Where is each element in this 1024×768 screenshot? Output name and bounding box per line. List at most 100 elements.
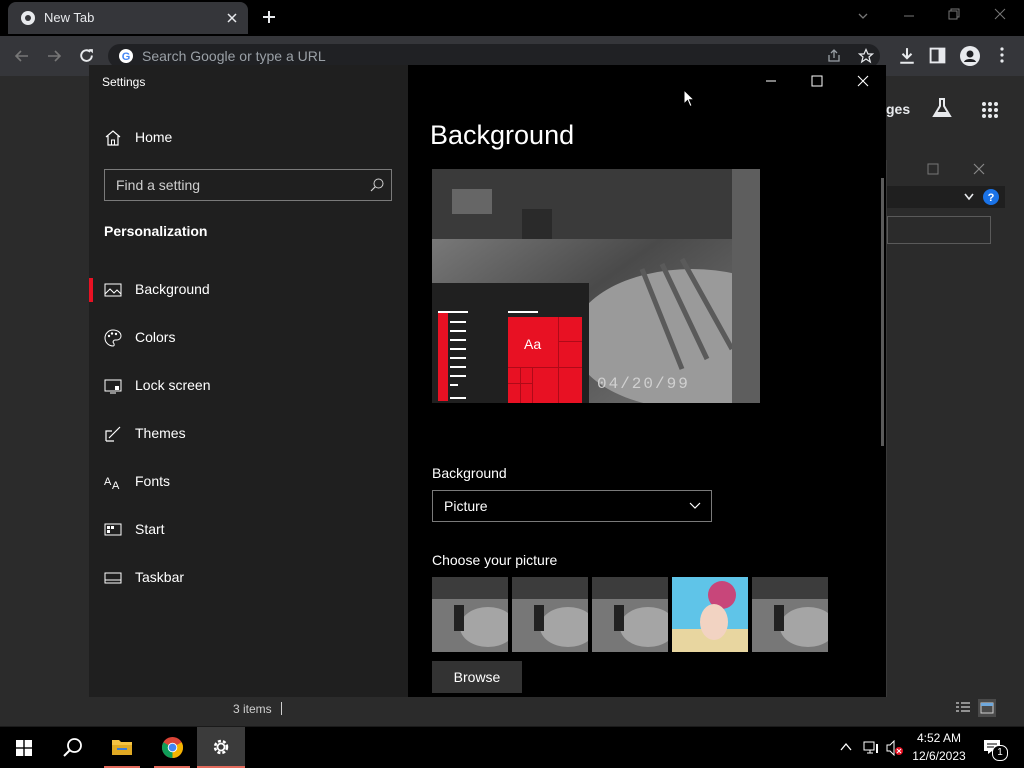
- side-panel-icon[interactable]: [929, 47, 946, 64]
- sidebar-item-start[interactable]: Start: [89, 510, 408, 550]
- download-icon[interactable]: [898, 47, 916, 65]
- chevron-up-icon[interactable]: [840, 742, 852, 752]
- minimize-icon[interactable]: [903, 10, 915, 22]
- nav-label: Colors: [135, 329, 176, 345]
- home-label: Home: [135, 129, 173, 145]
- settings-taskbar-button[interactable]: [197, 727, 245, 768]
- svg-text:A: A: [112, 480, 120, 491]
- google-icon: G: [119, 49, 133, 63]
- active-indicator: [89, 278, 93, 302]
- settings-maximize-icon[interactable]: [811, 75, 823, 87]
- brush-icon: [105, 426, 121, 442]
- windows-logo-icon: [16, 740, 32, 756]
- clock-time[interactable]: 4:52 AM: [909, 731, 969, 745]
- new-tab-icon[interactable]: [261, 9, 277, 25]
- sidebar-item-background[interactable]: Background: [89, 270, 408, 310]
- sidebar-item-themes[interactable]: Themes: [89, 414, 408, 454]
- taskbar-icon: [104, 572, 122, 584]
- browse-label: Browse: [453, 669, 501, 685]
- more-options-icon[interactable]: [1000, 47, 1004, 63]
- scrollbar-thumb[interactable]: [881, 178, 884, 446]
- settings-minimize-icon[interactable]: [765, 75, 777, 87]
- picture-thumbnail[interactable]: [672, 577, 748, 652]
- background-type-value: Picture: [444, 498, 488, 514]
- tab-search-chevron-icon[interactable]: [857, 10, 869, 22]
- volume-muted-icon[interactable]: [886, 740, 904, 756]
- picture-thumbnail[interactable]: [432, 577, 508, 652]
- chevron-down-icon: [689, 502, 701, 509]
- explorer-search-box[interactable]: [887, 216, 991, 244]
- chrome-icon: [21, 11, 35, 25]
- preview-start-mockup: Aa: [432, 283, 589, 403]
- file-explorer-taskbar-button[interactable]: [98, 727, 146, 768]
- nav-label: Lock screen: [135, 377, 211, 393]
- settings-close-icon[interactable]: [857, 75, 869, 87]
- close-window-icon[interactable]: [994, 8, 1006, 20]
- item-count: 3 items: [233, 702, 272, 716]
- preview-timestamp: 04/20/99: [597, 375, 690, 393]
- home-nav-item[interactable]: Home: [89, 118, 408, 158]
- notification-badge: 1: [992, 745, 1008, 761]
- browse-button[interactable]: Browse: [432, 661, 522, 693]
- background-type-dropdown[interactable]: Picture: [432, 490, 712, 522]
- explorer-status-bar: 3 items: [218, 697, 1003, 721]
- explorer-chevron-down-icon[interactable]: [963, 192, 975, 202]
- find-setting-placeholder: Find a setting: [116, 177, 201, 193]
- search-icon: [63, 738, 82, 757]
- taskbar-search-button[interactable]: [48, 727, 96, 768]
- find-setting-input[interactable]: Find a setting: [104, 169, 392, 201]
- reload-icon[interactable]: [78, 47, 95, 64]
- sidebar-item-colors[interactable]: Colors: [89, 318, 408, 358]
- bookmark-star-icon[interactable]: [858, 48, 874, 64]
- explorer-window-fragment: ?: [886, 160, 1005, 700]
- chrome-icon: [161, 736, 184, 759]
- browser-tab-strip: New Tab: [0, 0, 1024, 36]
- nav-label: Taskbar: [135, 569, 185, 585]
- background-preview: 04/20/99 Aa: [432, 169, 760, 403]
- address-bar-placeholder: Search Google or type a URL: [142, 48, 326, 64]
- gear-icon: [213, 739, 229, 755]
- window-title: Settings: [102, 75, 146, 89]
- forward-icon[interactable]: [46, 48, 62, 64]
- search-icon[interactable]: [370, 178, 384, 192]
- section-title: Personalization: [104, 223, 208, 239]
- sidebar-item-fonts[interactable]: AA Fonts: [89, 462, 408, 502]
- clock-date[interactable]: 12/6/2023: [909, 749, 969, 763]
- network-icon[interactable]: [863, 740, 879, 755]
- sidebar-item-taskbar[interactable]: Taskbar: [89, 558, 408, 598]
- help-icon[interactable]: ?: [983, 189, 999, 205]
- profile-avatar-icon[interactable]: [960, 46, 980, 66]
- status-divider: [281, 702, 282, 715]
- close-tab-icon[interactable]: [226, 12, 238, 24]
- nav-label: Fonts: [135, 473, 171, 489]
- labs-flask-icon[interactable]: [931, 97, 953, 119]
- images-link-partial[interactable]: ges: [886, 101, 910, 117]
- tab-title: New Tab: [44, 10, 95, 25]
- sidebar-item-lock-screen[interactable]: Lock screen: [89, 366, 408, 406]
- background-label: Background: [432, 465, 507, 481]
- explorer-maximize-icon[interactable]: [927, 163, 939, 175]
- palette-icon: [104, 329, 122, 347]
- apps-grid-icon[interactable]: [981, 101, 999, 119]
- preview-sample-text: Aa: [524, 336, 542, 352]
- windows-taskbar: 4:52 AM 12/6/2023 1: [0, 727, 1024, 768]
- start-button[interactable]: [0, 727, 48, 768]
- nav-label: Start: [135, 521, 165, 537]
- svg-text:A: A: [104, 476, 112, 488]
- browser-tab[interactable]: New Tab: [8, 2, 248, 34]
- picture-thumbnail[interactable]: [592, 577, 668, 652]
- svg-text:G: G: [122, 51, 131, 63]
- details-view-icon[interactable]: [955, 701, 971, 715]
- explorer-close-icon[interactable]: [973, 163, 985, 175]
- large-icons-view-icon[interactable]: [978, 699, 996, 717]
- notification-count: 1: [997, 747, 1003, 758]
- share-icon[interactable]: [826, 48, 842, 64]
- lock-screen-icon: [104, 379, 122, 394]
- start-icon: [104, 523, 122, 536]
- preview-side-strip: [438, 313, 448, 401]
- picture-thumbnail[interactable]: [512, 577, 588, 652]
- picture-thumbnail[interactable]: [752, 577, 828, 652]
- chrome-taskbar-button[interactable]: [148, 727, 196, 768]
- restore-icon[interactable]: [948, 8, 960, 20]
- back-icon[interactable]: [14, 48, 30, 64]
